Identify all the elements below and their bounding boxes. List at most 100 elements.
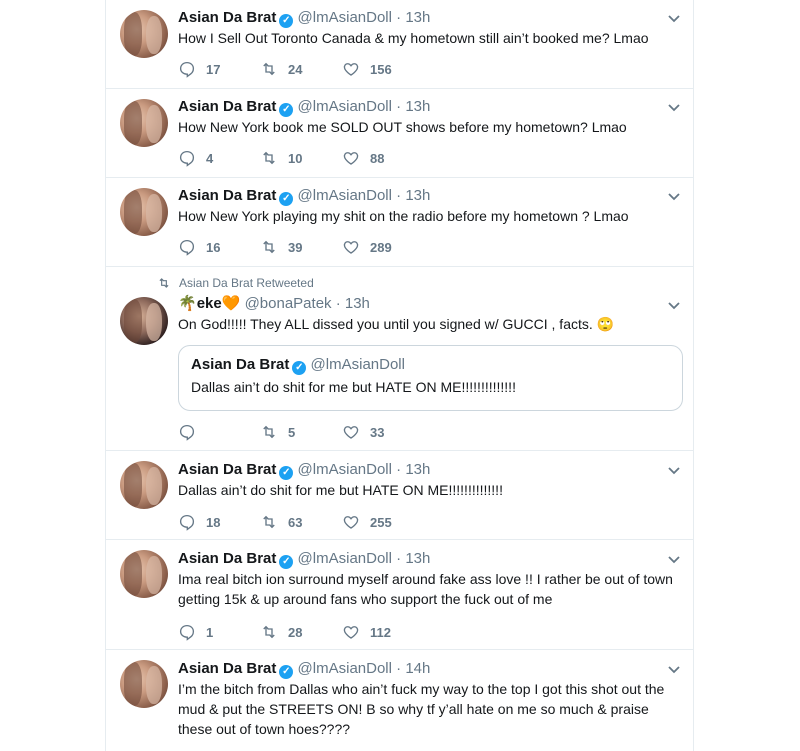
avatar[interactable] (120, 461, 168, 509)
retweet-button[interactable]: 63 (260, 512, 302, 532)
retweet-button[interactable]: 39 (260, 237, 302, 257)
like-button[interactable]: 255 (342, 512, 392, 532)
retweet-count: 10 (288, 150, 303, 166)
separator: · (396, 550, 402, 567)
timestamp[interactable]: 13h (405, 98, 430, 115)
tweet-text: Dallas ain’t do shit for me but HATE ON … (178, 482, 503, 498)
display-name[interactable]: Asian Da Brat (178, 187, 276, 204)
tweet-header: Asian Da Brat ✓ @lmAsianDoll · 13h (178, 97, 430, 117)
like-button[interactable]: 88 (342, 148, 384, 168)
chevron-down-icon[interactable] (666, 462, 682, 478)
avatar[interactable] (120, 660, 168, 708)
timestamp[interactable]: 13h (345, 295, 370, 312)
chevron-down-icon[interactable] (666, 661, 682, 677)
tweet-text: How I Sell Out Toronto Canada & my homet… (178, 30, 649, 46)
timestamp[interactable]: 13h (405, 550, 430, 567)
timestamp[interactable]: 13h (405, 9, 430, 26)
like-button[interactable]: 156 (342, 59, 392, 79)
separator: · (335, 295, 341, 312)
retweet-count: 5 (288, 424, 296, 440)
like-count: 255 (370, 514, 392, 530)
reply-button[interactable]: 17 (178, 59, 220, 79)
reply-count: 16 (206, 239, 221, 255)
display-name[interactable]: Asian Da Brat (178, 461, 276, 478)
tweet[interactable]: Asian Da Brat Retweeted 🌴eke🧡 @bonaPatek… (106, 267, 693, 451)
heart-icon (343, 626, 359, 639)
tweet-text: How New York book me SOLD OUT shows befo… (178, 119, 627, 135)
reply-button[interactable] (178, 422, 206, 442)
retweet-button[interactable]: 28 (260, 622, 302, 642)
tweet-actions: 5 33 (178, 422, 478, 442)
timestamp[interactable]: 13h (405, 187, 430, 204)
retweet-icon (263, 240, 275, 254)
reply-icon (179, 239, 195, 256)
tweet-header: Asian Da Brat ✓ @lmAsianDoll · 14h (178, 659, 430, 679)
chevron-down-icon[interactable] (666, 188, 682, 204)
like-button[interactable]: 289 (342, 237, 392, 257)
handle[interactable]: @lmAsianDoll (298, 550, 392, 567)
retweet-context-label[interactable]: Asian Da Brat Retweeted (179, 276, 314, 290)
quoted-tweet[interactable]: Asian Da Brat ✓ @lmAsianDoll Dallas ain’t… (178, 345, 683, 411)
tweet[interactable]: Asian Da Brat ✓ @lmAsianDoll · 13h Ima re… (106, 540, 693, 650)
retweet-count: 63 (288, 514, 303, 530)
handle[interactable]: @bonaPatek (245, 295, 332, 312)
handle[interactable]: @lmAsianDoll (298, 9, 392, 26)
like-button[interactable]: 112 (342, 622, 391, 642)
display-name[interactable]: eke (197, 295, 222, 312)
tweet-actions: 16 39 289 (178, 237, 478, 257)
display-name[interactable]: Asian Da Brat (178, 660, 276, 677)
tweet[interactable]: Asian Da Brat ✓ @lmAsianDoll · 13h Dallas… (106, 451, 693, 540)
verified-icon: ✓ (292, 361, 307, 375)
eye-roll-emoji: 🙄 (596, 316, 615, 332)
reply-button[interactable]: 1 (178, 622, 213, 642)
avatar[interactable] (120, 297, 168, 345)
avatar[interactable] (120, 550, 168, 598)
handle[interactable]: @lmAsianDoll (298, 187, 392, 204)
heart-icon (343, 516, 359, 529)
verified-icon: ✓ (279, 665, 294, 679)
tweet[interactable]: Asian Da Brat ✓ @lmAsianDoll · 13h How I … (106, 0, 693, 89)
retweet-button[interactable]: 10 (260, 148, 302, 168)
display-name[interactable]: Asian Da Brat (178, 98, 276, 115)
avatar[interactable] (120, 188, 168, 236)
tweet-actions: 4 10 88 (178, 148, 478, 168)
like-button[interactable]: 33 (342, 422, 384, 442)
reply-button[interactable]: 18 (178, 512, 220, 532)
tweet-actions: 17 24 156 (178, 59, 478, 79)
tweet[interactable]: Asian Da Brat ✓ @lmAsianDoll · 14h I’m th… (106, 650, 693, 751)
chevron-down-icon[interactable] (666, 297, 682, 313)
reply-count: 18 (206, 514, 221, 530)
tweet-text-container: On God!!!!! They ALL dissed you until yo… (178, 314, 683, 334)
quoted-tweet-text: Dallas ain’t do shit for me but HATE ON … (191, 379, 516, 395)
like-count: 33 (370, 424, 385, 440)
handle[interactable]: @lmAsianDoll (298, 660, 392, 677)
separator: · (396, 660, 402, 677)
tweet[interactable]: Asian Da Brat ✓ @lmAsianDoll · 13h How Ne… (106, 89, 693, 178)
handle[interactable]: @lmAsianDoll (298, 461, 392, 478)
verified-icon: ✓ (279, 14, 294, 28)
retweet-count: 39 (288, 239, 303, 255)
heart-icon (343, 152, 359, 165)
retweet-button[interactable]: 5 (260, 422, 295, 442)
avatar[interactable] (120, 10, 168, 58)
tweet-header: Asian Da Brat ✓ @lmAsianDoll · 13h (178, 460, 430, 480)
retweet-button[interactable]: 24 (260, 59, 302, 79)
display-name[interactable]: Asian Da Brat (178, 9, 276, 26)
reply-button[interactable]: 4 (178, 148, 213, 168)
verified-icon: ✓ (279, 466, 294, 480)
chevron-down-icon[interactable] (666, 551, 682, 567)
timestamp[interactable]: 14h (405, 660, 430, 677)
display-name[interactable]: Asian Da Brat (178, 550, 276, 567)
retweet-icon (263, 151, 275, 165)
tweet[interactable]: Asian Da Brat ✓ @lmAsianDoll · 13h How Ne… (106, 178, 693, 267)
like-count: 156 (370, 61, 392, 77)
handle[interactable]: @lmAsianDoll (298, 98, 392, 115)
chevron-down-icon[interactable] (666, 10, 682, 26)
avatar[interactable] (120, 99, 168, 147)
verified-icon: ✓ (279, 555, 294, 569)
reply-button[interactable]: 16 (178, 237, 220, 257)
chevron-down-icon[interactable] (666, 99, 682, 115)
separator: · (396, 187, 402, 204)
retweet-context: Asian Da Brat Retweeted (157, 276, 314, 290)
timestamp[interactable]: 13h (405, 461, 430, 478)
